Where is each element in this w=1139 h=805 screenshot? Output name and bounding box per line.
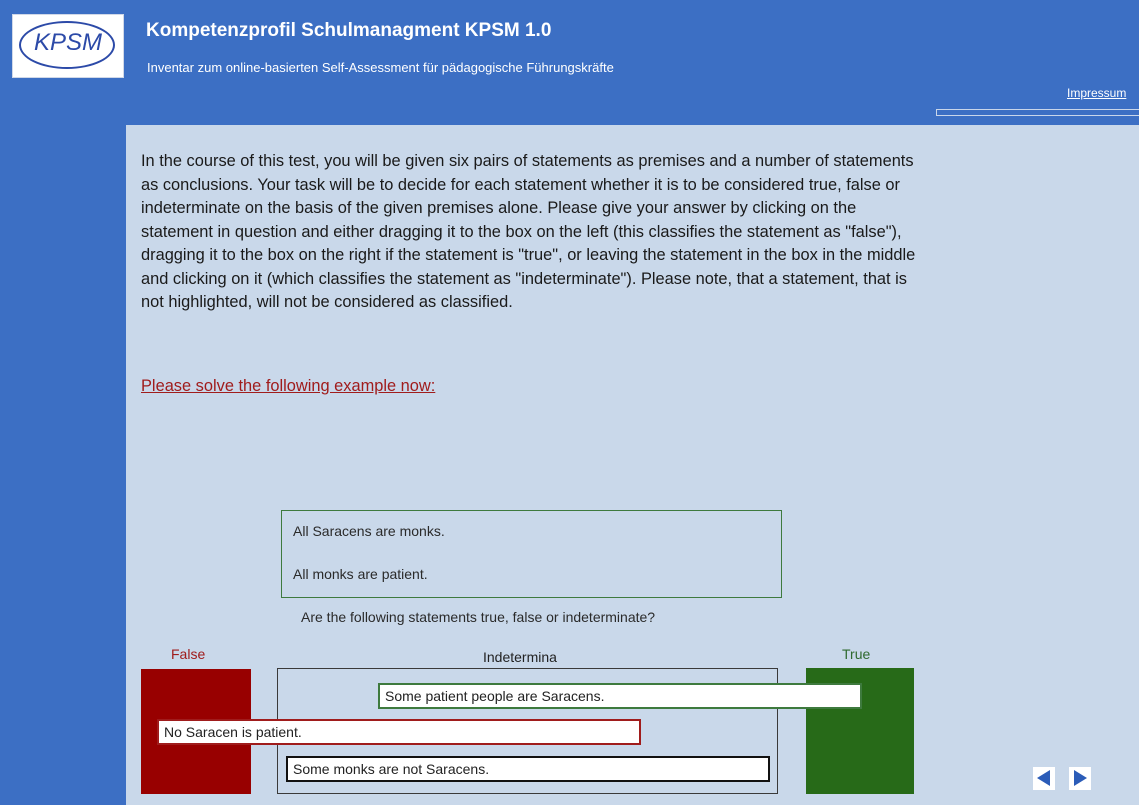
header: KPSM Kompetenzprofil Schulmanagment KPSM… xyxy=(0,0,1139,125)
triangle-left-icon xyxy=(1037,770,1050,786)
example-link[interactable]: Please solve the following example now: xyxy=(141,377,435,396)
premise-1: All Saracens are monks. xyxy=(293,523,445,539)
app-subtitle: Inventar zum online-basierten Self-Asses… xyxy=(147,60,614,75)
false-label: False xyxy=(171,646,206,662)
statement-item[interactable]: Some patient people are Saracens. xyxy=(378,683,862,709)
logo-text: KPSM xyxy=(33,29,102,56)
kpsm-logo: KPSM xyxy=(12,14,124,78)
impressum-link[interactable]: Impressum xyxy=(1067,86,1126,100)
app-title: Kompetenzprofil Schulmanagment KPSM 1.0 xyxy=(146,20,552,41)
next-button[interactable] xyxy=(1069,767,1091,790)
question-text: Are the following statements true, false… xyxy=(301,609,656,625)
header-divider xyxy=(936,109,1139,116)
premise-2: All monks are patient. xyxy=(293,566,428,582)
previous-button[interactable] xyxy=(1033,767,1055,790)
instructions-text: In the course of this test, you will be … xyxy=(141,152,916,311)
statement-item[interactable]: No Saracen is patient. xyxy=(157,719,641,745)
triangle-right-icon xyxy=(1074,770,1087,786)
premises-box: All Saracens are monks. All monks are pa… xyxy=(281,510,782,598)
indeterminate-label: Indetermina xyxy=(483,649,557,665)
true-label: True xyxy=(842,646,871,662)
statement-item[interactable]: Some monks are not Saracens. xyxy=(286,756,770,782)
